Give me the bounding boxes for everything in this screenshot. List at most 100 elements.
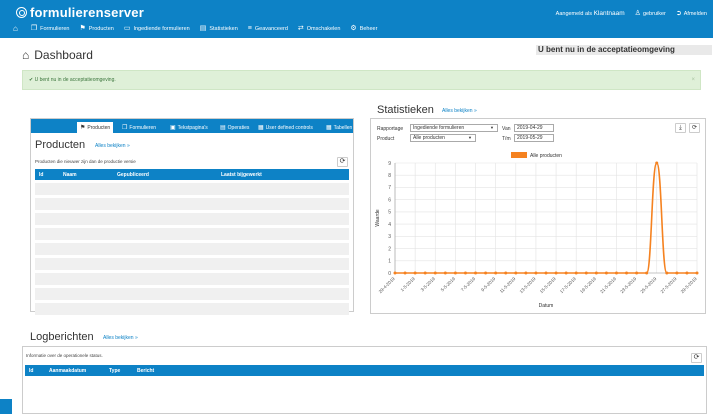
nav-formulieren[interactable]: ❐ Formulieren [31,25,70,32]
client-name: Klantnaam [593,9,625,17]
tab-formulieren[interactable]: ❐ Formulieren [119,122,159,133]
data-point [403,271,407,275]
logs-refresh-button[interactable]: ⟳ [691,353,702,363]
data-point [494,271,498,275]
user-icon: ♙ [634,10,641,17]
stats-refresh-button[interactable]: ⟳ [689,123,700,133]
y-tick-label: 2 [388,246,391,252]
series-line [395,162,697,274]
logs-view-all-link[interactable]: Alles bekijken » [103,335,138,341]
logs-description: Informatie over de operationele status. [26,353,103,358]
x-tick-label: 25-5-2019 [639,276,657,294]
nav-beheer[interactable]: ⚙ Beheer [350,25,377,32]
stats-title: Statistieken [377,104,434,116]
x-tick-label: 21-5-2019 [599,276,617,294]
y-tick-label: 3 [388,234,391,240]
data-point [524,271,528,275]
data-point [433,271,437,275]
user-area: Aangemeld als Klantnaam ♙ gebruiker ➲ Afme… [556,9,707,18]
y-tick-label: 5 [388,210,391,216]
logout-link[interactable]: ➲ Afmelden [676,9,707,17]
product-select[interactable]: Alle producten ▼ [410,134,476,142]
col-naam[interactable]: Naam [63,172,77,178]
check-icon: ✔ [29,77,34,83]
products-tabs: ⚑ Producten ❐ Formulieren ▣ Tekstpagina's ▤… [31,119,353,133]
file-icon: ▣ [170,125,176,131]
stats-view-all-link[interactable]: Alles bekijken » [442,108,477,114]
tab-tekstpaginas[interactable]: ▣ Tekstpagina's [167,122,211,133]
nav-ingediende-formulieren[interactable]: ▭ Ingediende formulieren [124,25,190,32]
refresh-icon: ⟳ [339,158,346,165]
table-row[interactable] [35,273,349,285]
products-view-all-link[interactable]: Alles bekijken » [95,143,130,149]
products-refresh-button[interactable]: ⟳ [337,157,348,167]
tab-operaties[interactable]: ▤ Operaties [217,122,252,133]
to-label: T/m [502,136,511,142]
from-date-input[interactable]: 2019-04-29 [514,124,554,132]
table-row[interactable] [35,303,349,315]
home-icon[interactable]: ⌂ [10,24,21,33]
product-label: Product [377,136,395,142]
tab-producten[interactable]: ⚑ Producten [77,122,114,133]
chevron-down-icon: ▼ [468,135,472,140]
logs-title: Logberichten [30,331,94,343]
table-row[interactable] [35,198,349,210]
nav-geavanceerd[interactable]: ≡ Geavanceerd [248,25,288,32]
table-row[interactable] [35,288,349,300]
x-tick-label: 29-5-2019 [680,276,698,294]
grid-icon: ▦ [258,125,264,131]
list-icon: ▤ [220,125,226,131]
col-id[interactable]: Id [29,368,33,374]
top-navbar: formulierenserver Aangemeld als Klantnaa… [0,0,713,38]
corner-block [0,399,12,414]
download-button[interactable]: ⤓ [675,123,686,133]
tab-user-defined-controls[interactable]: ▦ User defined controls [255,122,316,133]
brand[interactable]: formulierenserver [16,5,144,20]
report-label: Rapportage [377,126,404,132]
nav-statistieken[interactable]: ▤ Statistieken [200,25,238,32]
col-bericht[interactable]: Bericht [137,368,154,374]
env-alert: ✔ U bent nu in de acceptatieomgeving. × [22,70,701,90]
table-row[interactable] [35,228,349,240]
col-id[interactable]: Id [39,172,43,178]
y-tick-label: 0 [388,271,391,277]
data-point [594,271,598,275]
data-point [604,271,608,275]
data-point [655,161,659,165]
products-panel: ⚑ Producten ❐ Formulieren ▣ Tekstpagina's ▤… [30,118,354,315]
col-laatst-bijgewerkt[interactable]: Laatst bijgewerkt [221,172,262,178]
table-row[interactable] [35,258,349,270]
from-label: Van [502,126,511,132]
y-tick-label: 8 [388,173,391,179]
report-select[interactable]: Ingediende formulieren ▼ [410,124,498,132]
data-point [625,271,629,275]
tag-icon: ⚑ [80,125,86,131]
data-point [514,271,518,275]
to-date-input[interactable]: 2019-05-29 [514,134,554,142]
x-tick-label: 3-5-2019 [420,276,437,293]
x-tick-label: 19-5-2019 [579,276,597,294]
x-tick-label: 1-5-2019 [400,276,417,293]
table-row[interactable] [35,183,349,195]
data-point [554,271,558,275]
nav-producten[interactable]: ⚑ Producten [79,25,113,32]
logo-icon [16,7,27,18]
inbox-icon: ▭ [123,25,131,32]
close-icon[interactable]: × [691,71,695,89]
x-tick-label: 9-5-2019 [480,276,497,293]
brand-name: formulierenserver [30,5,144,20]
nav-omschakelen[interactable]: ⇄ Omschakelen [298,25,341,32]
chevron-down-icon: ▼ [490,125,494,130]
table-row[interactable] [35,213,349,225]
data-point [564,271,568,275]
data-point [584,271,588,275]
col-gepubliceerd[interactable]: Gepubliceerd [117,172,149,178]
user-menu[interactable]: ♙ gebruiker [635,9,666,17]
col-type[interactable]: Type [109,368,120,374]
data-point [413,271,417,275]
col-aanmaakdatum[interactable]: Aanmaakdatum [49,368,86,374]
data-point [574,271,578,275]
table-row[interactable] [35,243,349,255]
line-chart: Alle producten 0 1 2 3 4 5 6 7 8 9 29-4-2019 1-5-201… [375,152,699,309]
tab-tabellen[interactable]: ▦ Tabellen [323,122,355,133]
